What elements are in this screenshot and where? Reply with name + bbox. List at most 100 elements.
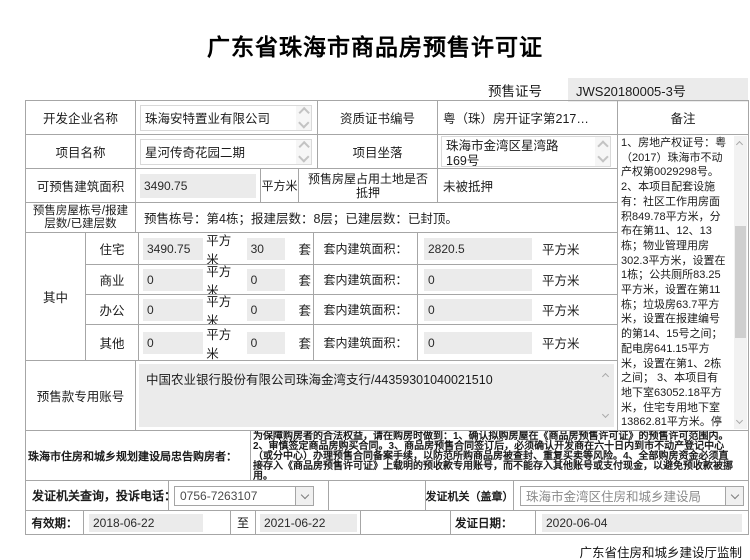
project-name-label: 项目名称 [26,135,136,169]
count-input[interactable]: 30 [246,237,286,260]
empty-cell [361,511,451,535]
row-issuer: 发证机关查询，投诉电话： 0756-7263107 发证机关（盖章） 珠海市金湾… [26,481,749,511]
inner-area-input[interactable]: 0 [424,331,532,354]
footer-text: 广东省住房和城乡建设厅监制 [579,546,742,560]
valid-to-value: 2021-06-22 [264,515,326,530]
breakdown-row-office: 办公 0 平方米 0 套 套内建筑面积： 0 平方米 [86,295,618,325]
scrollbar-thumb[interactable] [735,226,746,338]
unit-count-label: 套 [298,304,311,318]
presale-area-label: 可预售建筑面积 [26,169,136,203]
area-value: 0 [147,272,154,287]
presale-area-input[interactable]: 3490.75 [140,173,256,198]
type-label: 办公 [86,295,139,325]
empty-cell [329,481,426,511]
advisory-text: 为保障购房者的合法权益，请在购房时做到：1、确认拟购房屋在《商品房预售许可证》的… [251,431,749,481]
inner-area-value: 0 [428,272,435,287]
chevron-down-icon [298,117,309,129]
breakdown-rows: 住宅 3490.75 平方米 30 套 套内建筑面积： 2820.5 平方米 商… [86,233,618,361]
location-input[interactable]: 珠海市金湾区星湾路 169号 [441,136,611,167]
row-developer: 开发企业名称 珠海安特置业有限公司 资质证书编号 粤（珠）房开证字第217… [26,101,618,135]
row-validity: 有效期： 2018-06-22 至 2021-06-22 发证日期： 2020-… [26,511,749,535]
unit-area-label: 平方米 [206,295,232,325]
area-value: 3490.75 [147,241,191,256]
account-value: 中国农业银行股份有限公司珠海金湾支行/44359301040021510 [146,373,493,387]
unit-area-label: 平方米 [206,327,232,361]
presale-area-value: 3490.75 [144,178,188,193]
inner-area-label: 套内建筑面积： [314,233,418,265]
unit-area-label: 平方米 [542,243,580,257]
location-value: 珠海市金湾区星湾路 169号 [446,139,559,166]
area-input[interactable]: 0 [143,298,204,321]
area-input[interactable]: 3490.75 [143,237,204,260]
presale-permit-page: 广东省珠海市商品房预售许可证 预售证号 JWS20180005-3号 开发企业名… [0,0,750,560]
count-input[interactable]: 0 [246,298,286,321]
developer-value: 珠海安特置业有限公司 [145,111,271,126]
unit-count-label: 套 [298,337,311,351]
issue-date-value: 2020-06-04 [546,515,608,530]
valid-from-input[interactable]: 2018-06-22 [89,513,203,532]
building-label: 预售房屋栋号/报建层数/已建层数 [26,203,136,233]
row-project: 项目名称 星河传奇花园二期 项目坐落 珠海市金湾区星湾路 169号 [26,135,618,169]
authority-value: 珠海市金湾区住房和城乡建设局 [526,490,702,504]
dropdown-button[interactable] [295,486,313,505]
count-input[interactable]: 0 [246,268,286,291]
count-input[interactable]: 0 [246,331,286,354]
valid-to-input[interactable]: 2021-06-22 [260,513,357,532]
permit-number-field[interactable]: JWS20180005-3号 [568,78,748,102]
table-left-main: 开发企业名称 珠海安特置业有限公司 资质证书编号 粤（珠）房开证字第217… 项… [26,101,618,431]
project-name-spinner[interactable] [296,139,311,164]
chevron-up-icon[interactable] [735,140,744,149]
unit-area-label: 平方米 [206,233,232,265]
count-value: 0 [250,272,258,287]
breakdown-row-commercial: 商业 0 平方米 0 套 套内建筑面积： 0 平方米 [86,265,618,295]
location-spinner[interactable] [595,137,610,166]
unit-count-label: 套 [298,243,311,257]
row-area: 可预售建筑面积 3490.75 平方米 预售房屋占用土地是否抵押 未被抵押 [26,169,618,203]
type-label: 其他 [86,325,139,361]
chevron-down-icon[interactable] [735,416,744,425]
account-textarea[interactable]: 中国农业银行股份有限公司珠海金湾支行/44359301040021510 [139,364,614,427]
developer-label: 开发企业名称 [26,101,136,135]
area-unit-label: 平方米 [261,169,299,203]
count-value: 30 [250,241,264,256]
remark-label: 备注 [618,101,749,135]
phone-value: 0756-7263107 [180,488,258,503]
area-input[interactable]: 0 [143,268,204,291]
unit-area-label: 平方米 [206,265,232,295]
permit-number-label: 预售证号 [488,84,542,99]
breakdown-row-residential: 住宅 3490.75 平方米 30 套 套内建筑面积： 2820.5 平方米 [86,233,618,265]
chevron-down-icon [300,490,309,499]
to-label: 至 [231,511,256,535]
authority-label: 发证机关（盖章） [426,481,514,511]
unit-area-label: 平方米 [542,274,580,288]
inner-area-input[interactable]: 0 [424,268,532,291]
type-label: 住宅 [86,233,139,265]
remark-scrollbar[interactable] [734,136,747,429]
count-value: 0 [250,302,258,317]
dropdown-button[interactable] [725,486,743,505]
developer-spinner[interactable] [296,105,311,130]
breakdown-row-other: 其他 0 平方米 0 套 套内建筑面积： 0 平方米 [86,325,618,361]
area-input[interactable]: 0 [143,331,204,354]
inner-area-input[interactable]: 0 [424,298,532,321]
project-name-input[interactable]: 星河传奇花园二期 [140,138,312,165]
permit-number-row: 预售证号 JWS20180005-3号 [488,78,748,102]
valid-from-value: 2018-06-22 [93,515,155,530]
remark-textarea[interactable]: 1、房地产权证号：粤 （2017）珠海市不动 产权第0029298号。 2、本项… [618,135,749,431]
cert-no-label: 资质证书编号 [318,101,438,135]
inner-area-input[interactable]: 2820.5 [424,237,532,260]
issue-date-input[interactable]: 2020-06-04 [542,513,742,532]
row-account: 预售款专用账号 中国农业银行股份有限公司珠海金湾支行/4435930104002… [26,361,618,431]
chevron-down-icon [730,490,739,499]
chevron-up-icon[interactable] [601,372,610,381]
permit-number-value: JWS20180005-3号 [576,83,686,99]
developer-input[interactable]: 珠海安特置业有限公司 [140,104,312,131]
inner-area-label: 套内建筑面积： [314,265,418,295]
authority-dropdown[interactable]: 珠海市金湾区住房和城乡建设局 [520,485,744,506]
phone-label: 发证机关查询，投诉电话： [26,481,169,511]
row-advisory: 珠海市住房和城乡规划建设局忠告购房者： 为保障购房者的合法权益，请在购房时做到：… [26,431,749,481]
phone-dropdown[interactable]: 0756-7263107 [174,485,314,506]
location-label: 项目坐落 [318,135,438,169]
chevron-down-icon[interactable] [601,410,610,419]
validity-label: 有效期： [26,511,84,535]
